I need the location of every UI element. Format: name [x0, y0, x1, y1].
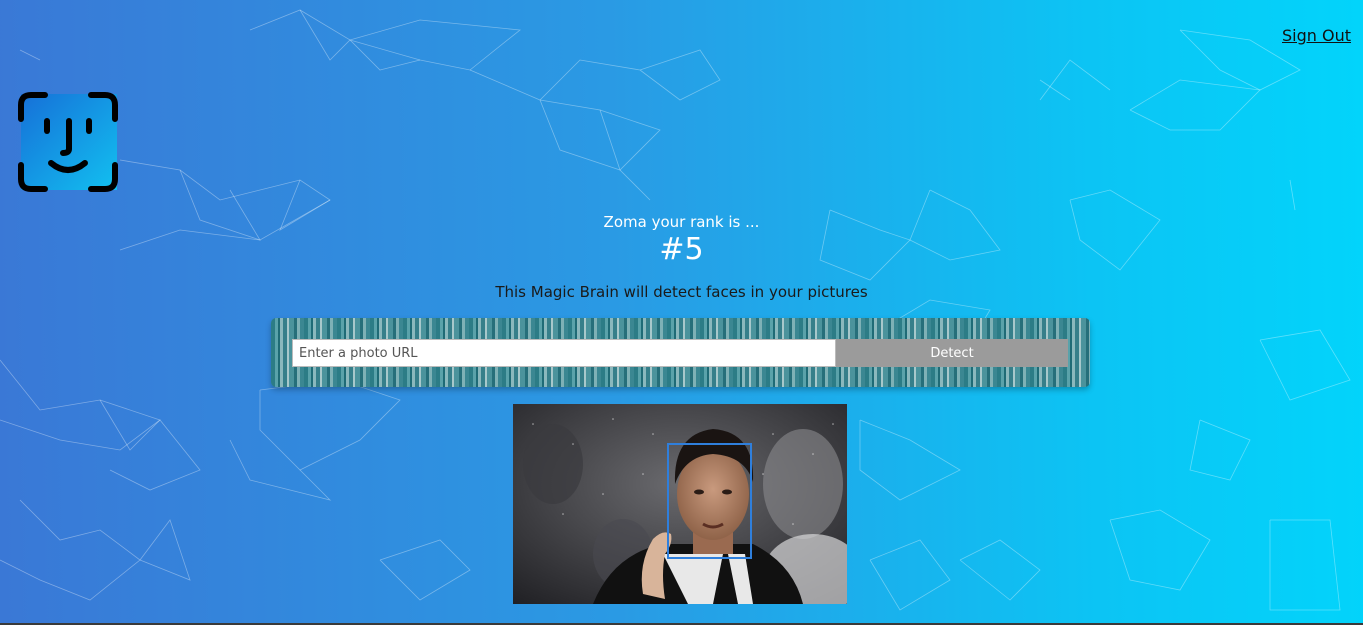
face-id-logo-icon	[17, 91, 119, 193]
rank-number: #5	[659, 232, 704, 267]
photo-url-input[interactable]	[292, 339, 836, 367]
tagline: This Magic Brain will detect faces in yo…	[495, 283, 868, 301]
rank-caption: Zoma your rank is ...	[603, 213, 760, 231]
detect-button[interactable]: Detect	[836, 339, 1068, 367]
image-link-form: Detect	[271, 318, 1090, 387]
sign-out-link[interactable]: Sign Out	[1282, 26, 1351, 45]
detected-photo	[513, 404, 847, 604]
face-bounding-box	[667, 443, 752, 559]
